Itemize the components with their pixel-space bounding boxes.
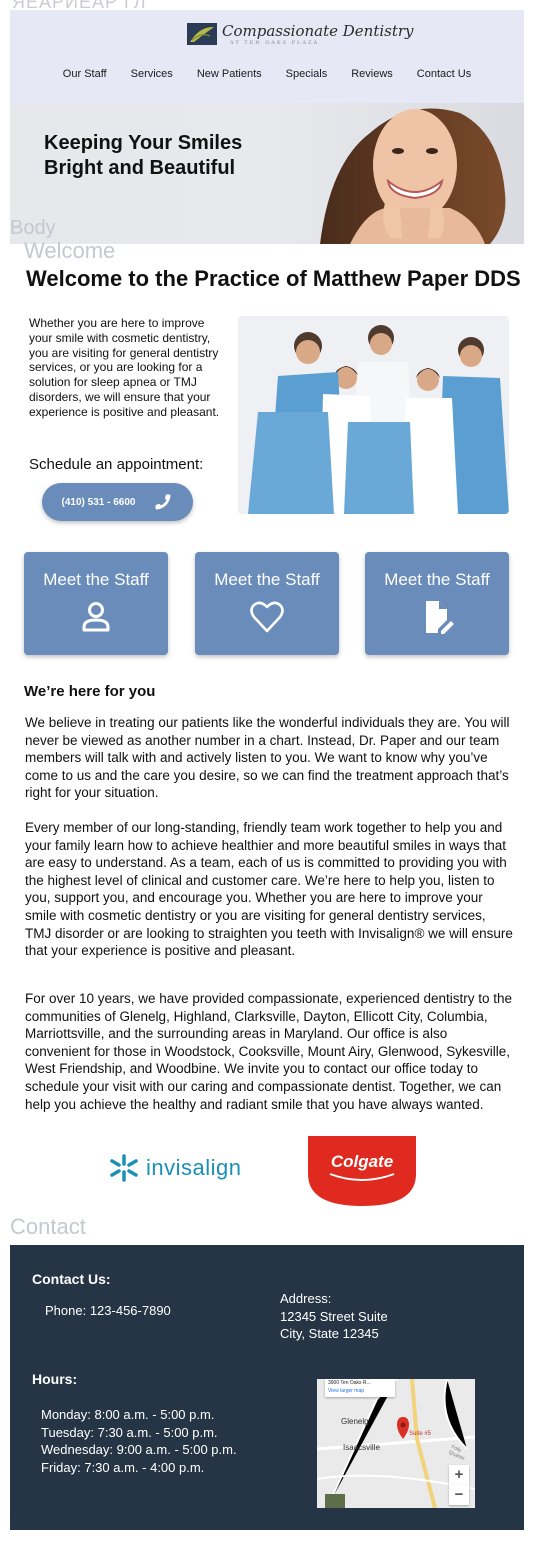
colgate-logo[interactable]: Colgate	[308, 1136, 416, 1206]
welcome-title: Welcome to the Practice of Matthew Paper…	[26, 266, 521, 291]
schedule-label: Schedule an appointment:	[29, 456, 204, 473]
partner-logos: invisalign Colgate	[0, 1136, 537, 1206]
paragraph-2: Every member of our long-standing, frien…	[25, 820, 513, 959]
nav-specials[interactable]: Specials	[274, 68, 340, 80]
footer-address: Address: 12345 Street Suite City, State …	[280, 1290, 388, 1343]
map-zoom-out-button[interactable]: −	[449, 1485, 469, 1505]
address-street: 12345 Street Suite	[280, 1308, 388, 1324]
map-larger-link[interactable]: View larger map	[328, 1388, 392, 1394]
file-edit-icon	[426, 601, 454, 634]
map-place-card: 3900 Ten Oaks R... View larger map	[325, 1379, 395, 1397]
hours-friday: Friday: 7:30 a.m. - 4:00 p.m.	[41, 1459, 205, 1475]
logo[interactable]: Compassionate Dentistry AT TEN OAKS PLAZ…	[186, 22, 414, 46]
card-title: Meet the Staff	[214, 570, 320, 589]
meet-staff-card-2[interactable]: Meet the Staff	[195, 552, 339, 655]
phone-number: (410) 531 - 6600	[61, 496, 136, 508]
map-zoom-in-button[interactable]: +	[449, 1465, 469, 1485]
map-satellite-thumbnail[interactable]	[325, 1494, 345, 1508]
paragraph-1: We believe in treating our patients like…	[25, 715, 510, 801]
address-city: City, State 12345	[280, 1326, 379, 1341]
intro-text: Whether you are here to improve your smi…	[29, 316, 220, 419]
meet-staff-card-1[interactable]: Meet the Staff	[24, 552, 168, 655]
contact-footer: Contact Us: Phone: 123-456-7890 Address:…	[10, 1245, 524, 1530]
embedded-map[interactable]: 3900 Ten Oaks R... View larger map Glene…	[317, 1379, 475, 1508]
invisalign-text: invisalign	[146, 1155, 242, 1180]
map-label-suite: Suite #5	[409, 1431, 432, 1437]
logo-subtitle: AT TEN OAKS PLAZA	[230, 40, 320, 46]
here-for-you-heading: We’re here for you	[24, 683, 156, 700]
dental-team-photo	[238, 316, 509, 514]
hours-heading: Hours:	[32, 1371, 78, 1387]
card-title: Meet the Staff	[384, 570, 490, 589]
section-label-body: Body	[10, 217, 56, 239]
hero-title: Keeping Your Smiles Bright and Beautiful	[44, 132, 243, 179]
site-header: Compassionate Dentistry AT TEN OAKS PLAZ…	[10, 10, 524, 103]
nav-services[interactable]: Services	[119, 68, 185, 80]
leaf-logo-icon	[187, 23, 217, 45]
main-nav: Our Staff Services New Patients Specials…	[10, 68, 524, 80]
logo-name: Compassionate Dentistry	[222, 22, 414, 40]
smiling-woman-photo	[320, 108, 506, 244]
paragraph-3: For over 10 years, we have provided comp…	[25, 991, 513, 1112]
card-title: Meet the Staff	[43, 570, 149, 589]
hours-list: Monday: 8:00 a.m. - 5:00 p.m. Tuesday: 7…	[41, 1406, 237, 1476]
map-label-isaacsville: Isaacsville	[343, 1443, 380, 1452]
phone-icon	[155, 494, 171, 510]
hours-wednesday: Wednesday: 9:00 a.m. - 5:00 p.m.	[41, 1442, 237, 1457]
meet-staff-card-3[interactable]: Meet the Staff	[365, 552, 509, 655]
map-label-glenelg: Glenelg	[341, 1417, 369, 1426]
hours-tuesday: Tuesday: 7:30 a.m. - 5:00 p.m.	[41, 1424, 218, 1440]
section-label-contact: Contact	[10, 1214, 86, 1239]
nav-new-patients[interactable]: New Patients	[185, 68, 274, 80]
call-phone-button[interactable]: (410) 531 - 6600	[42, 483, 193, 521]
nav-reviews[interactable]: Reviews	[339, 68, 405, 80]
nav-contact-us[interactable]: Contact Us	[405, 68, 483, 80]
footer-phone[interactable]: Phone: 123-456-7890	[45, 1303, 171, 1318]
contact-heading: Contact Us:	[32, 1271, 111, 1287]
invisalign-logo[interactable]: invisalign	[108, 1154, 242, 1182]
hero-banner: Keeping Your Smiles Bright and Beautiful	[10, 103, 524, 244]
person-icon	[82, 602, 110, 632]
colgate-text: Colgate	[331, 1152, 393, 1171]
nav-our-staff[interactable]: Our Staff	[51, 68, 119, 80]
section-label-welcome: Welcome	[24, 238, 116, 263]
invisalign-star-icon	[110, 1154, 138, 1182]
heart-icon	[250, 601, 284, 633]
address-label: Address:	[280, 1291, 332, 1306]
map-place-name: 3900 Ten Oaks R...	[328, 1380, 371, 1386]
hours-monday: Monday: 8:00 a.m. - 5:00 p.m.	[41, 1407, 215, 1422]
